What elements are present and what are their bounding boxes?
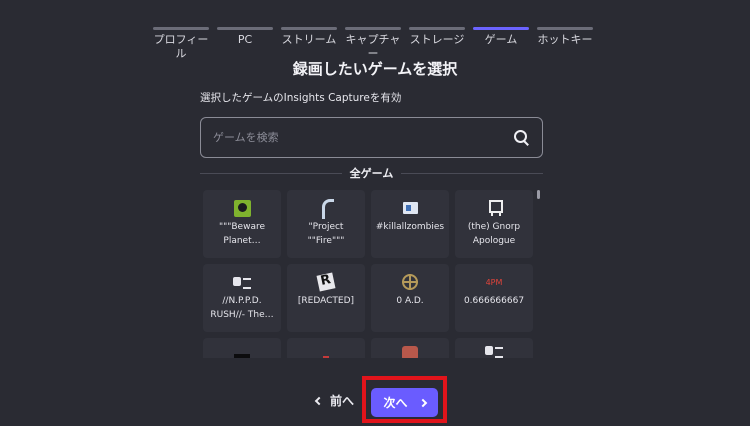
game-name: "Project ""Fire"""	[307, 222, 345, 246]
step-tab-hotkey[interactable]: ホットキー	[537, 27, 593, 61]
game-thumbnail-icon	[323, 356, 329, 358]
step-tab-game[interactable]: ゲーム	[473, 27, 529, 61]
game-card[interactable]	[371, 338, 449, 358]
game-name: 0.666666667	[463, 296, 525, 306]
gamepad-icon	[233, 277, 251, 289]
game-card[interactable]	[287, 338, 365, 358]
step-label: ストリーム	[281, 33, 337, 46]
gamepad-icon	[485, 346, 503, 358]
search-icon[interactable]	[514, 129, 530, 146]
horse-icon	[319, 198, 334, 219]
search-box	[200, 117, 543, 158]
game-card[interactable]	[455, 338, 533, 358]
compass-icon	[402, 274, 418, 290]
scrollbar-thumb[interactable]	[537, 190, 540, 199]
section-label: 全ゲーム	[349, 167, 394, 180]
game-card[interactable]: 0 A.D.	[371, 264, 449, 332]
game-card[interactable]: //N.P.P.D. RUSH//- The…	[203, 264, 281, 332]
search-input[interactable]	[213, 131, 514, 144]
game-card[interactable]: (the) Gnorp Apologue	[455, 190, 533, 258]
game-card[interactable]	[203, 338, 281, 358]
game-grid-viewport[interactable]: """Beware Planet… "Project ""Fire""" #ki…	[200, 188, 543, 358]
skull-icon	[233, 199, 251, 217]
page-subtitle: 選択したゲームのInsights Captureを有効	[200, 92, 402, 104]
step-label: ストレージ	[409, 33, 465, 46]
box-icon	[402, 202, 418, 214]
r-logo-icon	[316, 272, 336, 292]
step-label: キャプチャー	[345, 33, 401, 60]
step-tab-capture[interactable]: キャプチャー	[345, 27, 401, 61]
game-card[interactable]: [REDACTED]	[287, 264, 365, 332]
next-label: 次へ	[383, 396, 408, 410]
scrollbar[interactable]	[536, 188, 541, 358]
step-tab-stream[interactable]: ストリーム	[281, 27, 337, 61]
step-tab-profile[interactable]: プロフィール	[153, 27, 209, 61]
game-name: #killallzombies	[375, 222, 445, 232]
step-label: プロフィール	[153, 33, 209, 60]
game-grid: """Beware Planet… "Project ""Fire""" #ki…	[203, 190, 533, 358]
chevron-right-icon	[418, 398, 427, 407]
game-card[interactable]: 4PM 0.666666667	[455, 264, 533, 332]
step-tabs: プロフィール PC ストリーム キャプチャー ストレージ ゲーム ホットキー	[153, 27, 593, 61]
next-button[interactable]: 次へ	[371, 388, 438, 417]
game-thumbnail-icon	[402, 346, 418, 358]
game-card[interactable]: """Beware Planet…	[203, 190, 281, 258]
step-tab-storage[interactable]: ストレージ	[409, 27, 465, 61]
game-name: (the) Gnorp Apologue	[467, 222, 521, 246]
game-card[interactable]: "Project ""Fire"""	[287, 190, 365, 258]
game-name: [REDACTED]	[297, 296, 355, 306]
prev-button[interactable]: 前へ	[314, 392, 355, 409]
step-label: ホットキー	[537, 33, 593, 46]
game-name: //N.P.P.D. RUSH//- The…	[210, 296, 274, 320]
step-label: PC	[237, 33, 253, 46]
game-selection-page: プロフィール PC ストリーム キャプチャー ストレージ ゲーム ホットキー 録…	[0, 0, 750, 426]
robot-icon	[487, 200, 503, 216]
page-title: 録画したいゲームを選択	[292, 60, 458, 78]
divider	[401, 172, 544, 174]
game-name: """Beware Planet…	[218, 222, 266, 246]
chevron-left-icon	[314, 396, 324, 405]
game-card[interactable]: #killallzombies	[371, 190, 449, 258]
step-tab-pc[interactable]: PC	[217, 27, 273, 61]
section-header: 全ゲーム	[200, 166, 544, 180]
game-thumbnail-icon	[234, 354, 250, 358]
game-name: 0 A.D.	[396, 296, 424, 306]
step-label: ゲーム	[484, 33, 518, 46]
4pm-icon: 4PM	[485, 277, 503, 287]
divider	[200, 172, 342, 174]
prev-label: 前へ	[330, 394, 355, 408]
